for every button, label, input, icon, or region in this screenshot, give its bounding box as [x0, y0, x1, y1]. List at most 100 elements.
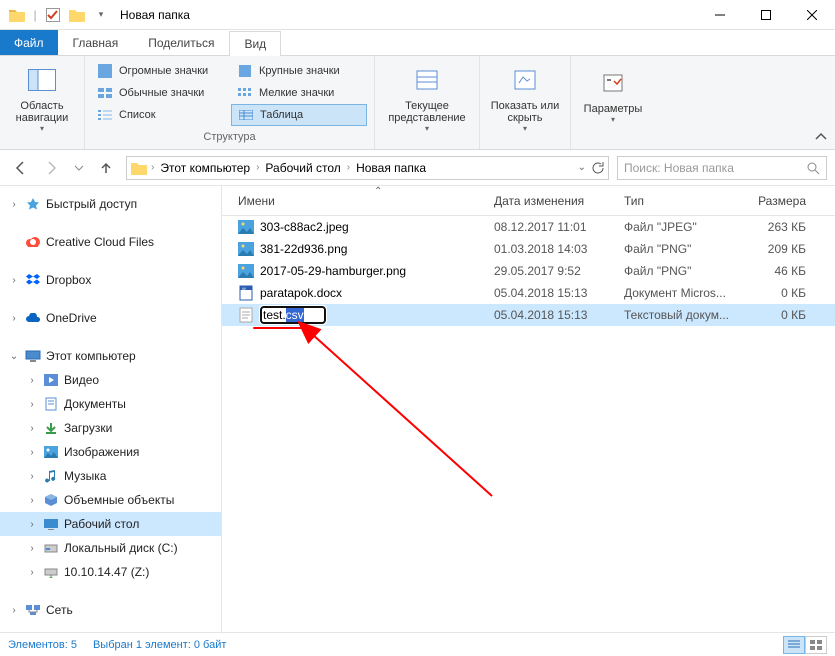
close-button[interactable] — [789, 0, 835, 30]
maximize-button[interactable] — [743, 0, 789, 30]
navigation-pane[interactable]: ›Быстрый доступ Creative Cloud Files ›Dr… — [0, 186, 222, 632]
ribbon-group1-label — [6, 137, 78, 147]
cube-icon — [42, 492, 60, 508]
file-size: 209 КБ — [744, 242, 814, 256]
show-hide-label: Показать или скрыть — [488, 100, 562, 124]
view-medium-icons[interactable]: Обычные значки — [91, 82, 231, 104]
star-icon — [24, 196, 42, 212]
tree-desktop[interactable]: ›Рабочий стол — [0, 512, 221, 536]
view-details-icon[interactable] — [783, 636, 805, 654]
titlebar: | ▾ Новая папка — [0, 0, 835, 30]
file-type: Файл "PNG" — [616, 264, 744, 278]
downloads-icon — [42, 420, 60, 436]
up-button[interactable] — [94, 156, 118, 180]
tab-share[interactable]: Поделиться — [133, 30, 229, 55]
chevron-right-icon[interactable]: › — [151, 162, 154, 173]
tab-file[interactable]: Файл — [0, 30, 58, 55]
tree-pictures[interactable]: ›Изображения — [0, 440, 221, 464]
tree-quick-access[interactable]: ›Быстрый доступ — [0, 192, 221, 216]
ribbon-group-options: Параметры ▾ — [571, 56, 655, 149]
chevron-right-icon[interactable]: › — [256, 162, 259, 173]
address-bar[interactable]: › Этот компьютер › Рабочий стол › Новая … — [126, 156, 609, 180]
file-icon: W — [238, 285, 254, 301]
breadcrumb-desktop[interactable]: Рабочий стол — [263, 161, 342, 175]
chevron-right-icon[interactable]: › — [347, 162, 350, 173]
file-row[interactable]: 381-22d936.png01.03.2018 14:03Файл "PNG"… — [222, 238, 835, 260]
current-view-label: Текущее представление — [383, 100, 471, 124]
options-button[interactable]: Параметры ▾ — [577, 63, 649, 128]
qat-separator: | — [30, 4, 40, 26]
forward-button[interactable] — [40, 156, 64, 180]
file-size: 263 КБ — [744, 220, 814, 234]
disk-icon — [42, 540, 60, 556]
column-header-size[interactable]: Размера — [744, 194, 814, 208]
huge-icon — [97, 63, 113, 79]
address-dropdown-icon[interactable]: ⌄ — [578, 162, 586, 173]
file-row[interactable]: 05.04.2018 15:13Текстовый докум...0 КБ — [222, 304, 835, 326]
file-icon — [238, 241, 254, 257]
nav-pane-button[interactable]: Область навигации ▾ — [6, 60, 78, 137]
pictures-icon — [42, 444, 60, 460]
view-list[interactable]: Список — [91, 104, 231, 126]
file-type: Файл "JPEG" — [616, 220, 744, 234]
desktop-icon — [42, 516, 60, 532]
properties-checkbox-icon[interactable] — [42, 4, 64, 26]
medium-icon — [97, 85, 113, 101]
svg-text:W: W — [242, 286, 246, 291]
file-name: 381-22d936.png — [260, 242, 347, 256]
tree-videos[interactable]: ›Видео — [0, 368, 221, 392]
file-type: Текстовый докум... — [616, 308, 744, 322]
file-date: 01.03.2018 14:03 — [486, 242, 616, 256]
search-placeholder: Поиск: Новая папка — [624, 161, 800, 175]
tree-documents[interactable]: ›Документы — [0, 392, 221, 416]
current-view-icon — [411, 64, 443, 96]
rename-input[interactable] — [260, 306, 326, 324]
file-row[interactable]: 2017-05-29-hamburger.png29.05.2017 9:52Ф… — [222, 260, 835, 282]
cloud-icon — [24, 234, 42, 250]
show-hide-button[interactable]: Показать или скрыть ▾ — [486, 60, 564, 137]
current-view-button[interactable]: Текущее представление ▾ — [381, 60, 473, 137]
qat-dropdown-icon[interactable]: ▾ — [90, 4, 112, 26]
tree-downloads[interactable]: ›Загрузки — [0, 416, 221, 440]
folder-icon — [131, 161, 147, 175]
tab-view[interactable]: Вид — [229, 31, 281, 56]
minimize-button[interactable] — [697, 0, 743, 30]
tree-3d-objects[interactable]: ›Объемные объекты — [0, 488, 221, 512]
ribbon-collapse-icon[interactable] — [813, 129, 829, 145]
recent-dropdown-icon[interactable] — [72, 156, 86, 180]
tree-local-disk[interactable]: ›Локальный диск (C:) — [0, 536, 221, 560]
tab-home[interactable]: Главная — [58, 30, 134, 55]
view-switcher — [783, 636, 827, 654]
onedrive-icon — [24, 310, 42, 326]
column-header-name[interactable]: Имени — [230, 194, 486, 208]
annotation-arrow — [292, 316, 512, 516]
back-button[interactable] — [8, 156, 32, 180]
breadcrumb-folder[interactable]: Новая папка — [354, 161, 428, 175]
tree-music[interactable]: ›Музыка — [0, 464, 221, 488]
tree-network[interactable]: ›Сеть — [0, 598, 221, 622]
view-large-icons[interactable]: Крупные значки — [231, 60, 367, 82]
search-icon[interactable] — [806, 161, 820, 175]
tree-dropbox[interactable]: ›Dropbox — [0, 268, 221, 292]
view-small-icons[interactable]: Мелкие значки — [231, 82, 367, 104]
folder-icon-small[interactable] — [66, 4, 88, 26]
column-header-type[interactable]: Тип — [616, 194, 744, 208]
refresh-icon[interactable] — [590, 161, 604, 175]
ribbon-group-layout: Огромные значки Крупные значки Обычные з… — [85, 56, 375, 149]
breadcrumb-root[interactable]: Этот компьютер — [158, 161, 252, 175]
view-huge-icons[interactable]: Огромные значки — [91, 60, 231, 82]
file-row[interactable]: 303-c88ac2.jpeg08.12.2017 11:01Файл "JPE… — [222, 216, 835, 238]
tree-net-drive[interactable]: ›10.10.14.47 (Z:) — [0, 560, 221, 584]
sort-arrow-icon: ⌃ — [374, 186, 382, 197]
table-icon — [238, 107, 254, 123]
file-date: 05.04.2018 15:13 — [486, 308, 616, 322]
view-table[interactable]: Таблица — [231, 104, 367, 126]
search-box[interactable]: Поиск: Новая папка — [617, 156, 827, 180]
column-header-date[interactable]: Дата изменения — [486, 194, 616, 208]
tree-this-pc[interactable]: ⌄Этот компьютер — [0, 344, 221, 368]
tree-onedrive[interactable]: ›OneDrive — [0, 306, 221, 330]
annotation-underline — [253, 327, 305, 329]
tree-ccf[interactable]: Creative Cloud Files — [0, 230, 221, 254]
file-row[interactable]: Wparatapok.docx05.04.2018 15:13Документ … — [222, 282, 835, 304]
view-thumbnails-icon[interactable] — [805, 636, 827, 654]
